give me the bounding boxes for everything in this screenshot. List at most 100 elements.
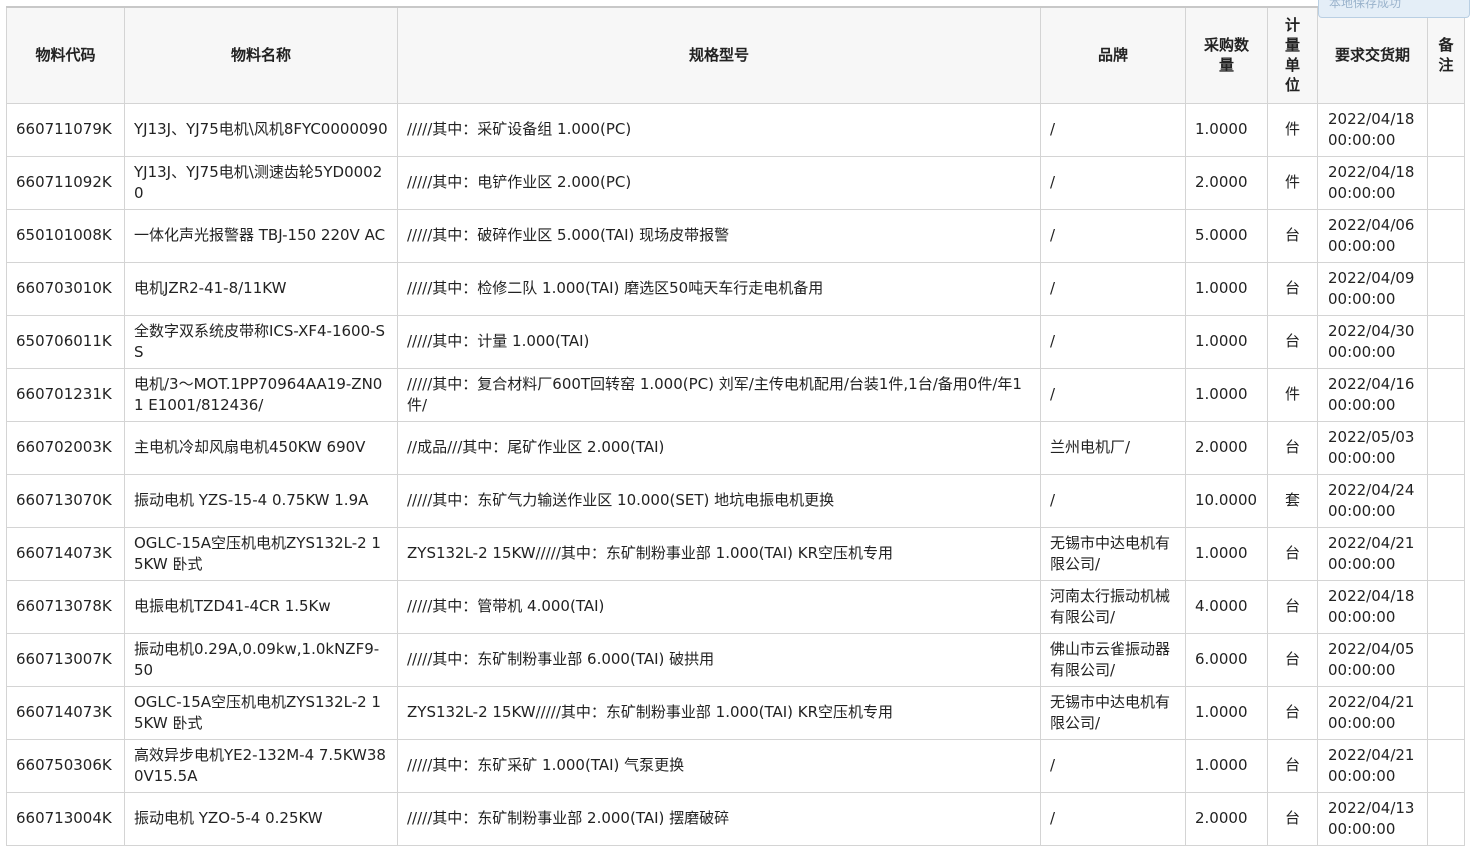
cell-unit: 台: [1267, 420, 1318, 475]
header-spec[interactable]: 规格型号: [397, 6, 1041, 104]
cell-spec: /////其中：采矿设备组 1.000(PC): [397, 102, 1041, 157]
table-row[interactable]: 660711079K YJ13J、YJ75电机\风机8FYC0000090////…: [6, 102, 1465, 157]
cell-remark: [1427, 685, 1465, 740]
cell-brand: 兰州电机厂/: [1040, 420, 1186, 475]
cell-brand: /: [1040, 473, 1186, 528]
header-remark[interactable]: 备注: [1427, 6, 1465, 104]
table-row[interactable]: 660711092K YJ13J、YJ75电机\测速齿轮5YD00020/////…: [6, 155, 1465, 210]
cell-date: 2022/04/21 00:00:00: [1317, 526, 1428, 581]
table-row[interactable]: 660750306K 高效异步电机YE2-132M-4 7.5KW380V15.5…: [6, 738, 1465, 793]
table-row[interactable]: 660714073K OGLC-15A空压机电机ZYS132L-2 15KW 卧式…: [6, 526, 1465, 581]
cell-unit: 台: [1267, 208, 1318, 263]
header-date[interactable]: 要求交货期: [1317, 6, 1428, 104]
cell-code: 650706011K: [6, 314, 125, 369]
cell-spec: /////其中：复合材料厂600T回转窑 1.000(PC) 刘军/主传电机配用…: [397, 367, 1041, 422]
cell-unit: 台: [1267, 632, 1318, 687]
cell-date: 2022/04/05 00:00:00: [1317, 632, 1428, 687]
cell-code: 660714073K: [6, 685, 125, 740]
cell-remark: [1427, 632, 1465, 687]
cell-code: 660713078K: [6, 579, 125, 634]
table-row[interactable]: 650706011K 全数字双系统皮带称ICS-XF4-1600-SS/////其…: [6, 314, 1465, 369]
cell-brand: /: [1040, 261, 1186, 316]
cell-unit: 台: [1267, 261, 1318, 316]
cell-name: 振动电机 YZS-15-4 0.75KW 1.9A: [124, 473, 398, 528]
table-row[interactable]: 660701231K 电机/3～MOT.1PP70964AA19-ZN01 E10…: [6, 367, 1465, 422]
cell-date: 2022/04/18 00:00:00: [1317, 155, 1428, 210]
cell-name: YJ13J、YJ75电机\风机8FYC0000090: [124, 102, 398, 157]
cell-spec: /////其中：东矿制粉事业部 2.000(TAI) 摆磨破碎: [397, 791, 1041, 846]
table-row[interactable]: 660713078K 电振电机TZD41-4CR 1.5Kw/////其中：管带机…: [6, 579, 1465, 634]
cell-brand: 无锡市中达电机有限公司/: [1040, 526, 1186, 581]
header-brand[interactable]: 品牌: [1040, 6, 1186, 104]
cell-date: 2022/04/16 00:00:00: [1317, 367, 1428, 422]
cell-unit: 台: [1267, 314, 1318, 369]
cell-qty: 10.0000: [1185, 473, 1268, 528]
table-row[interactable]: 660703010K 电机JZR2-41-8/11KW/////其中：检修二队 1…: [6, 261, 1465, 316]
cell-remark: [1427, 526, 1465, 581]
cell-name: OGLC-15A空压机电机ZYS132L-2 15KW 卧式: [124, 526, 398, 581]
cell-name: YJ13J、YJ75电机\测速齿轮5YD00020: [124, 155, 398, 210]
cell-remark: [1427, 314, 1465, 369]
header-qty[interactable]: 采购数量: [1185, 6, 1268, 104]
cell-brand: /: [1040, 314, 1186, 369]
cell-date: 2022/04/18 00:00:00: [1317, 102, 1428, 157]
cell-qty: 1.0000: [1185, 102, 1268, 157]
cell-date: 2022/04/21 00:00:00: [1317, 738, 1428, 793]
table-row[interactable]: 660714073K OGLC-15A空压机电机ZYS132L-2 15KW 卧式…: [6, 685, 1465, 740]
cell-spec: /////其中：管带机 4.000(TAI): [397, 579, 1041, 634]
table-row[interactable]: 660713007K 振动电机0.29A,0.09kw,1.0kNZF9-50//…: [6, 632, 1465, 687]
table-row[interactable]: 650101008K 一体化声光报警器 TBJ-150 220V AC/////其…: [6, 208, 1465, 263]
table-row[interactable]: 660702003K 主电机冷却风扇电机450KW 690V//成品///其中：尾…: [6, 420, 1465, 475]
cell-date: 2022/04/30 00:00:00: [1317, 314, 1428, 369]
cell-unit: 套: [1267, 473, 1318, 528]
cell-remark: [1427, 791, 1465, 846]
cell-name: 电机JZR2-41-8/11KW: [124, 261, 398, 316]
header-name[interactable]: 物料名称: [124, 6, 398, 104]
cell-qty: 1.0000: [1185, 526, 1268, 581]
cell-remark: [1427, 102, 1465, 157]
page: 本地保存成功 物料代码 物料名称 规格型号 品牌 采购数量 计量单位 要求交货期…: [0, 0, 1470, 847]
cell-code: 660713004K: [6, 791, 125, 846]
cell-qty: 1.0000: [1185, 685, 1268, 740]
table-row[interactable]: 660713004K 振动电机 YZO-5-4 0.25KW/////其中：东矿制…: [6, 791, 1465, 846]
cell-spec: //成品///其中：尾矿作业区 2.000(TAI): [397, 420, 1041, 475]
cell-brand: /: [1040, 738, 1186, 793]
cell-date: 2022/04/09 00:00:00: [1317, 261, 1428, 316]
header-code[interactable]: 物料代码: [6, 6, 125, 104]
cell-spec: ZYS132L-2 15KW/////其中：东矿制粉事业部 1.000(TAI)…: [397, 685, 1041, 740]
cell-unit: 件: [1267, 367, 1318, 422]
cell-remark: [1427, 155, 1465, 210]
cell-unit: 台: [1267, 685, 1318, 740]
cell-spec: /////其中：电铲作业区 2.000(PC): [397, 155, 1041, 210]
cell-name: 主电机冷却风扇电机450KW 690V: [124, 420, 398, 475]
material-table: 物料代码 物料名称 规格型号 品牌 采购数量 计量单位 要求交货期 备注 660…: [6, 6, 1465, 846]
cell-brand: /: [1040, 791, 1186, 846]
cell-code: 660702003K: [6, 420, 125, 475]
cell-brand: 无锡市中达电机有限公司/: [1040, 685, 1186, 740]
cell-date: 2022/04/24 00:00:00: [1317, 473, 1428, 528]
cell-unit: 台: [1267, 526, 1318, 581]
cell-brand: /: [1040, 155, 1186, 210]
cell-unit: 台: [1267, 791, 1318, 846]
cell-name: 振动电机 YZO-5-4 0.25KW: [124, 791, 398, 846]
cell-brand: 河南太行振动机械有限公司/: [1040, 579, 1186, 634]
cell-name: OGLC-15A空压机电机ZYS132L-2 15KW 卧式: [124, 685, 398, 740]
table-header-row: 物料代码 物料名称 规格型号 品牌 采购数量 计量单位 要求交货期 备注: [6, 6, 1465, 104]
table-body: 660711079K YJ13J、YJ75电机\风机8FYC0000090////…: [6, 102, 1465, 846]
cell-name: 全数字双系统皮带称ICS-XF4-1600-SS: [124, 314, 398, 369]
cell-name: 振动电机0.29A,0.09kw,1.0kNZF9-50: [124, 632, 398, 687]
cell-date: 2022/04/21 00:00:00: [1317, 685, 1428, 740]
cell-qty: 5.0000: [1185, 208, 1268, 263]
cell-spec: /////其中：东矿采矿 1.000(TAI) 气泵更换: [397, 738, 1041, 793]
cell-qty: 1.0000: [1185, 738, 1268, 793]
cell-code: 660711092K: [6, 155, 125, 210]
cell-date: 2022/05/03 00:00:00: [1317, 420, 1428, 475]
cell-qty: 6.0000: [1185, 632, 1268, 687]
cell-spec: /////其中：破碎作业区 5.000(TAI) 现场皮带报警: [397, 208, 1041, 263]
cell-spec: /////其中：计量 1.000(TAI): [397, 314, 1041, 369]
cell-unit: 件: [1267, 155, 1318, 210]
header-unit[interactable]: 计量单位: [1267, 6, 1318, 104]
table-row[interactable]: 660713070K 振动电机 YZS-15-4 0.75KW 1.9A/////…: [6, 473, 1465, 528]
cell-date: 2022/04/13 00:00:00: [1317, 791, 1428, 846]
cell-remark: [1427, 738, 1465, 793]
